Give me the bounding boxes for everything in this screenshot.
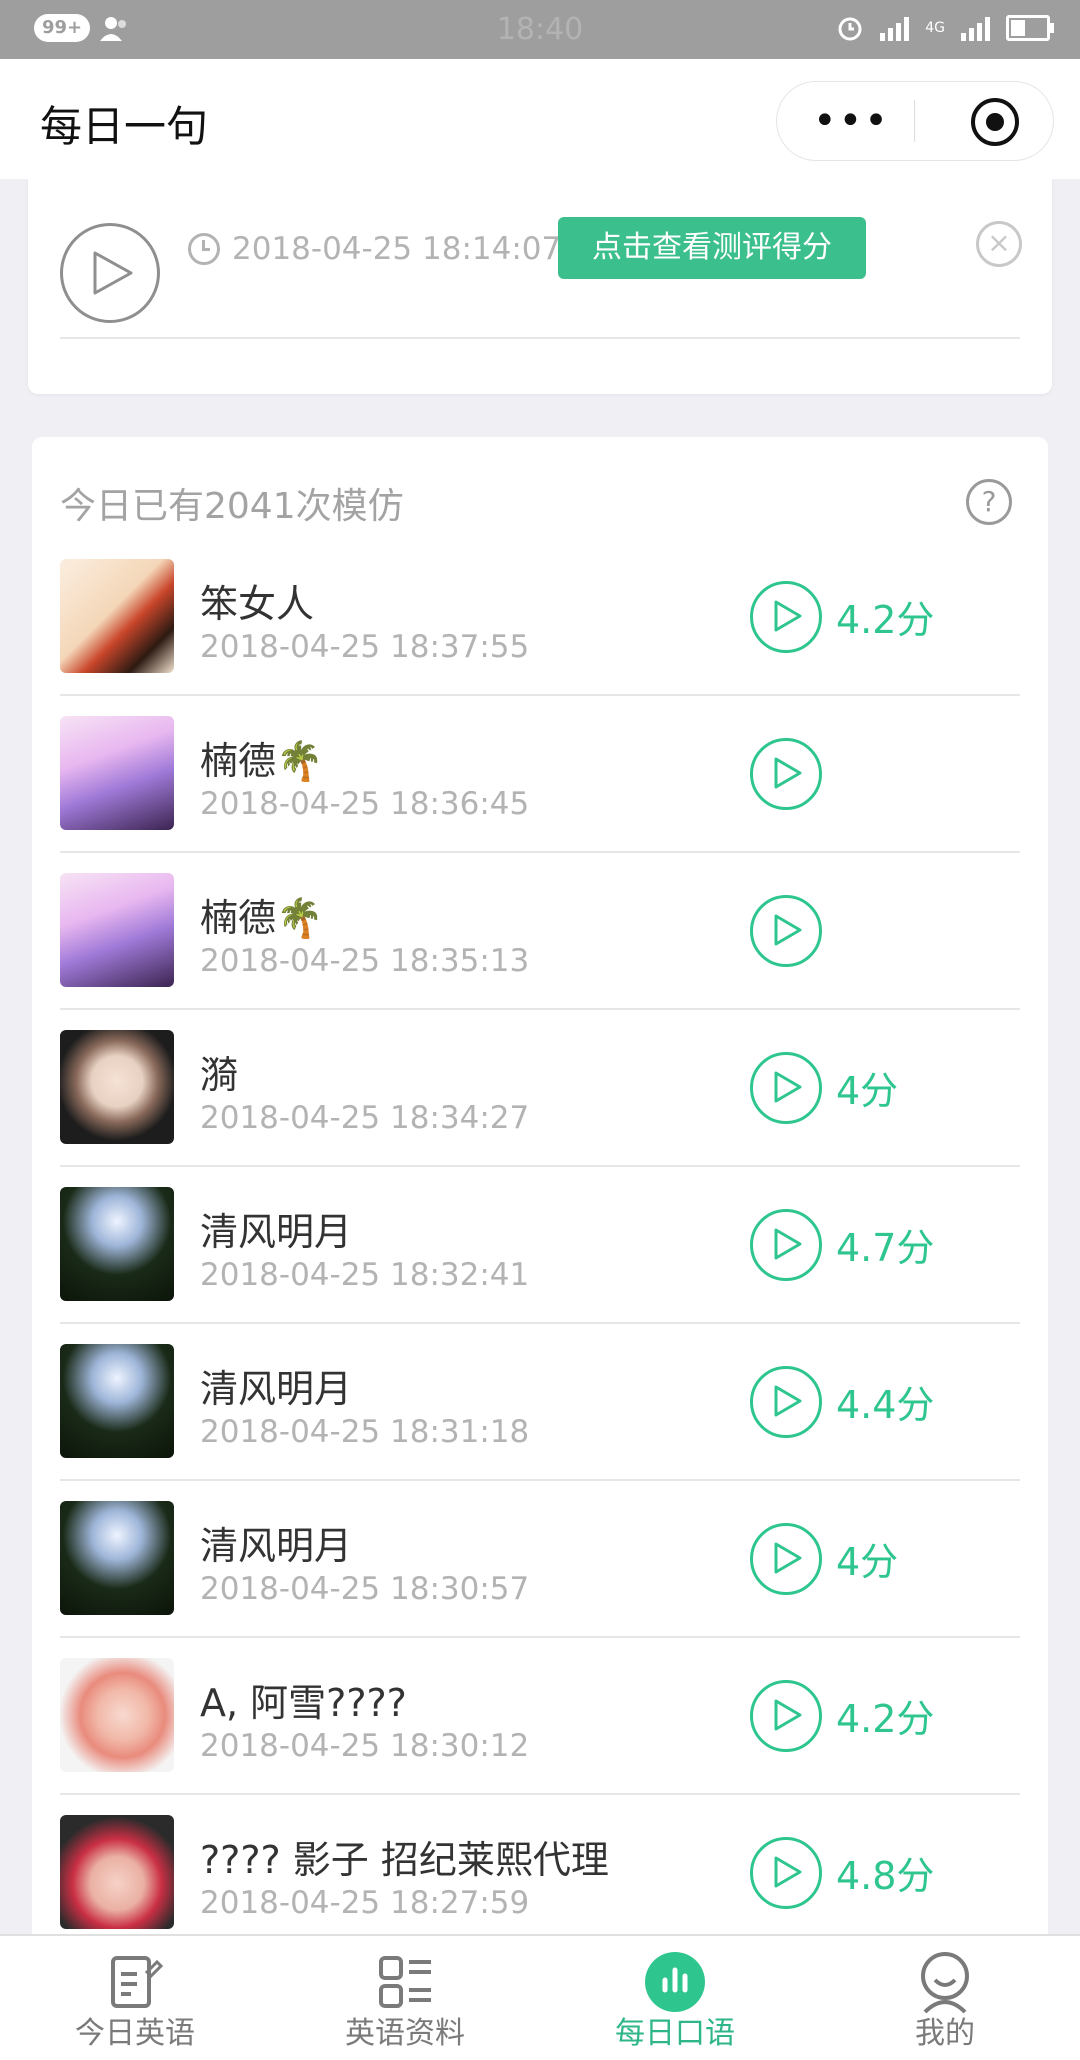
- play-icon: [774, 1699, 802, 1731]
- list-icon: [379, 1956, 431, 2008]
- play-button[interactable]: [750, 895, 822, 967]
- play-button[interactable]: [750, 581, 822, 653]
- delete-recording-icon[interactable]: ×: [976, 221, 1022, 267]
- status-bar: 99+ 18:40 4G: [0, 0, 1080, 59]
- avatar[interactable]: [60, 559, 174, 673]
- record-time: 2018-04-25 18:34:27: [200, 1100, 530, 1136]
- recording-time-text: 2018-04-25 18:14:07: [232, 231, 562, 267]
- network-type-label: 4G: [925, 20, 945, 36]
- clock-icon: [188, 233, 220, 265]
- list-item: 楠德🌴 2018-04-25 18:35:13: [60, 851, 1020, 1010]
- play-button[interactable]: [750, 1052, 822, 1124]
- avatar[interactable]: [60, 1344, 174, 1458]
- user-name: 笨女人: [200, 582, 315, 626]
- list-item: 楠德🌴 2018-04-25 18:36:45: [60, 694, 1020, 853]
- bottom-tab-bar: 今日英语 英语资料 每日口语 我的: [0, 1934, 1080, 2060]
- play-button[interactable]: [750, 738, 822, 810]
- list-item: 清风明月 2018-04-25 18:30:57 4分: [60, 1479, 1020, 1638]
- recording-timestamp: 2018-04-25 18:14:07: [188, 231, 561, 267]
- more-options-icon[interactable]: •••: [813, 101, 890, 141]
- list-item: 漪 2018-04-25 18:34:27 4分: [60, 1008, 1020, 1167]
- play-icon: [774, 1856, 802, 1888]
- signal-icon: [880, 15, 910, 41]
- play-icon: [774, 600, 802, 632]
- tab-english-materials[interactable]: 英语资料: [270, 1936, 540, 2060]
- tab-label: 今日英语: [75, 2016, 195, 2051]
- score-value: 4分: [836, 1069, 899, 1113]
- user-icon: [921, 1952, 969, 2014]
- record-time: 2018-04-25 18:35:13: [200, 943, 530, 979]
- play-icon: [93, 251, 133, 295]
- play-icon: [774, 1542, 802, 1574]
- record-time: 2018-04-25 18:27:59: [200, 1885, 530, 1921]
- avatar[interactable]: [60, 1658, 174, 1772]
- battery-icon: [1006, 15, 1054, 41]
- list-item: A, 阿雪???? 2018-04-25 18:30:12 4.2分: [60, 1636, 1020, 1795]
- play-icon: [774, 914, 802, 946]
- list-item: 清风明月 2018-04-25 18:32:41 4.7分: [60, 1165, 1020, 1324]
- list-item: 清风明月 2018-04-25 18:31:18 4.4分: [60, 1322, 1020, 1481]
- record-time: 2018-04-25 18:36:45: [200, 786, 530, 822]
- tab-daily-english[interactable]: 今日英语: [0, 1936, 270, 2060]
- record-time: 2018-04-25 18:32:41: [200, 1257, 530, 1293]
- play-icon: [774, 757, 802, 789]
- tab-daily-speaking[interactable]: 每日口语: [540, 1936, 810, 2060]
- play-button[interactable]: [750, 1680, 822, 1752]
- score-value: 4.4分: [836, 1383, 935, 1427]
- user-name: 清风明月: [200, 1524, 353, 1568]
- help-icon[interactable]: ?: [966, 479, 1012, 525]
- tab-label: 我的: [915, 2016, 975, 2051]
- tab-me[interactable]: 我的: [810, 1936, 1080, 2060]
- imitations-card: 今日已有2041次模仿 ? 笨女人 2018-04-25 18:37:55 4.…: [32, 437, 1048, 2060]
- record-time: 2018-04-25 18:37:55: [200, 629, 530, 665]
- alarm-icon: [838, 17, 862, 41]
- user-name: 楠德🌴: [200, 896, 324, 940]
- play-icon: [774, 1071, 802, 1103]
- signal-icon-2: [961, 15, 990, 41]
- avatar[interactable]: [60, 1187, 174, 1301]
- avatar[interactable]: [60, 873, 174, 987]
- list-item: 笨女人 2018-04-25 18:37:55 4.2分: [60, 537, 1020, 696]
- list-item: ???? 影子 招纪莱熙代理 2018-04-25 18:27:59 4.8分: [60, 1793, 1020, 1950]
- play-icon: [774, 1228, 802, 1260]
- record-time: 2018-04-25 18:30:12: [200, 1728, 530, 1764]
- play-button[interactable]: [750, 1837, 822, 1909]
- avatar[interactable]: [60, 1501, 174, 1615]
- score-value: 4.2分: [836, 1697, 935, 1741]
- capsule-divider: [914, 100, 915, 142]
- divider: [60, 337, 1020, 339]
- record-time: 2018-04-25 18:30:57: [200, 1571, 530, 1607]
- navigation-bar: 每日一句 •••: [0, 59, 1080, 179]
- play-button[interactable]: [750, 1366, 822, 1438]
- avatar[interactable]: [60, 1030, 174, 1144]
- score-value: 4.8分: [836, 1854, 935, 1898]
- user-name: ???? 影子 招纪莱熙代理: [200, 1838, 609, 1882]
- score-value: 4.2分: [836, 598, 935, 642]
- score-value: 4.7分: [836, 1226, 935, 1270]
- user-name: 漪: [200, 1053, 239, 1097]
- view-score-button[interactable]: 点击查看测评得分: [558, 217, 866, 279]
- page-title: 每日一句: [40, 102, 209, 151]
- tab-label: 英语资料: [345, 2016, 465, 2051]
- avatar[interactable]: [60, 1815, 174, 1929]
- exit-miniprogram-icon[interactable]: [971, 98, 1019, 146]
- chart-icon: [645, 1952, 705, 2012]
- play-button[interactable]: [750, 1209, 822, 1281]
- score-value: 4分: [836, 1540, 899, 1584]
- imitations-count-header: 今日已有2041次模仿: [60, 486, 404, 527]
- document-icon: [111, 1956, 164, 2008]
- mini-program-capsule: •••: [776, 81, 1054, 161]
- play-button[interactable]: [750, 1523, 822, 1595]
- avatar[interactable]: [60, 716, 174, 830]
- play-icon: [774, 1385, 802, 1417]
- user-name: 清风明月: [200, 1367, 353, 1411]
- user-name: A, 阿雪????: [200, 1681, 407, 1725]
- tab-label: 每日口语: [615, 2016, 735, 2051]
- my-recording-play-button[interactable]: [60, 223, 160, 323]
- user-name: 清风明月: [200, 1210, 353, 1254]
- user-name: 楠德🌴: [200, 739, 324, 783]
- my-recording-card: 2018-04-25 18:14:07 点击查看测评得分 ×: [28, 179, 1052, 394]
- record-time: 2018-04-25 18:31:18: [200, 1414, 530, 1450]
